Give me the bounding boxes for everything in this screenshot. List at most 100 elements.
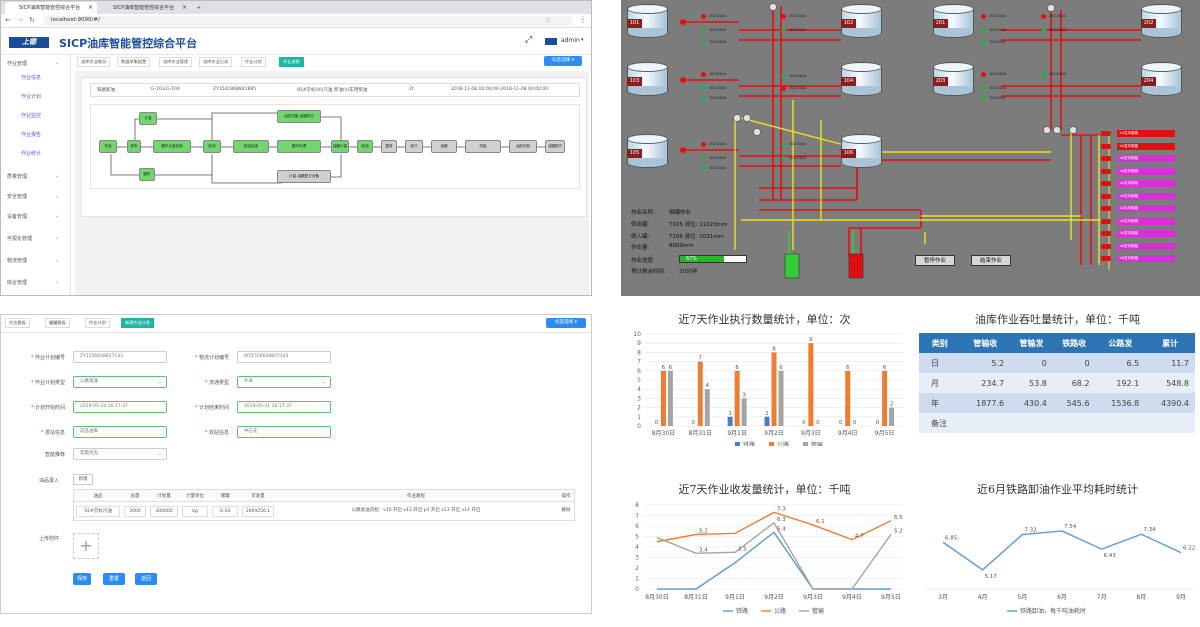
new-tab-icon[interactable]: + [193, 2, 205, 14]
sidebar-item[interactable]: 作业统计 [21, 150, 41, 157]
valve-icon[interactable] [701, 96, 706, 101]
loading-rack-label[interactable]: 1#发车鹤管 [1117, 205, 1175, 212]
valve-icon[interactable] [981, 28, 986, 33]
sidebar-item[interactable]: 作业管理 [7, 60, 27, 67]
browser-tab-2[interactable]: SICP油库智能管控综合平台 × [99, 2, 191, 14]
loading-rack-label[interactable]: 1#发车鹤管 [1117, 142, 1175, 150]
page-tab[interactable]: 油库作业概况 [77, 57, 111, 67]
flow-node[interactable]: 收油 [357, 140, 373, 153]
table-cell[interactable]: kg [182, 506, 208, 517]
url-field[interactable]: localhost:9090/#/ ☆ [43, 16, 573, 26]
page-tab[interactable]: 油库作业记录 [199, 57, 233, 67]
valve-icon[interactable] [781, 14, 786, 19]
field-input[interactable]: 2019-05-31 16:17:37 [237, 401, 331, 413]
valve-icon[interactable] [701, 86, 706, 91]
valve-icon[interactable] [781, 86, 786, 91]
sidebar-item[interactable]: 设备管理 [7, 213, 27, 220]
valve-icon[interactable] [1041, 28, 1046, 33]
oil-tank[interactable]: 202 [1141, 4, 1182, 40]
sidebar-item[interactable]: 作业计划 [21, 93, 41, 100]
page-tab[interactable]: 数据采集配置 [117, 57, 151, 67]
oil-tank[interactable]: 103 [627, 62, 668, 98]
valve-icon[interactable] [701, 40, 706, 45]
valve-icon[interactable] [781, 28, 786, 33]
flow-node[interactable]: 接车 [127, 140, 141, 153]
table-cell[interactable]: 3000 [124, 506, 146, 517]
valve-icon[interactable] [981, 72, 986, 77]
valve-icon[interactable] [701, 28, 706, 33]
sidebar-item[interactable]: 质量管理 [7, 173, 27, 180]
valve-icon[interactable] [981, 14, 986, 19]
page-tab[interactable]: 作业计划 [241, 57, 266, 67]
page-tab[interactable]: 作业流程 [279, 57, 304, 67]
valve-icon[interactable] [701, 142, 706, 147]
field-input[interactable]: 容量优先 ⌄ [73, 448, 167, 460]
sidebar-item[interactable]: 作业监控 [21, 112, 41, 119]
oil-tank[interactable]: 204 [1141, 62, 1182, 98]
table-cell[interactable]: 删除 [558, 506, 574, 517]
valve-icon[interactable] [981, 40, 986, 45]
oil-tank[interactable]: 106 [841, 134, 882, 170]
flow-node[interactable]: 计量 [139, 112, 157, 125]
loading-rack-label[interactable]: 1#发车鹤管 [1117, 255, 1175, 262]
flow-node[interactable]: 油罐计量 [331, 140, 349, 153]
reload-icon[interactable]: ↻ [29, 16, 35, 24]
loading-rack-label[interactable]: 1#发车鹤管 [1117, 155, 1175, 162]
table-cell[interactable]: 92#京标汽油 [76, 506, 120, 517]
sidebar-item[interactable]: 物流管理 [7, 257, 27, 264]
field-input[interactable]: 中石化 [237, 426, 331, 438]
oil-tank[interactable]: 101 [627, 4, 668, 40]
field-input[interactable]: ZY1556608857143 [73, 351, 167, 363]
valve-icon[interactable] [781, 156, 786, 161]
loading-rack-label[interactable]: 1#发车鹤管 [1117, 180, 1175, 187]
valve-icon[interactable] [701, 166, 706, 171]
page-tab[interactable]: 油库作业管理 [159, 57, 193, 67]
valve-icon[interactable] [781, 142, 786, 147]
sidebar-item[interactable]: 安全管理 [7, 193, 27, 200]
valve-icon[interactable] [1041, 14, 1046, 19]
flow-node[interactable]: 检尺 [405, 140, 423, 153]
back-button[interactable]: 返回 [135, 573, 157, 585]
oil-tank[interactable]: 105 [627, 134, 668, 170]
upload-plus-icon[interactable]: + [73, 533, 99, 559]
valve-icon[interactable] [701, 72, 706, 77]
browser-tab-1[interactable]: SICP油库智能管控综合平台 × [5, 2, 97, 14]
sidebar-item[interactable]: 综合管理 [7, 279, 27, 286]
valve-icon[interactable] [701, 14, 706, 19]
valve-icon[interactable] [701, 156, 706, 161]
username[interactable]: admin [561, 37, 580, 44]
tab-select-button[interactable]: 标签选择 ▾ [546, 318, 586, 328]
close-icon[interactable]: × [88, 2, 93, 14]
oil-tank[interactable]: 201 [933, 4, 974, 40]
table-cell[interactable]: 2609256.1 [242, 506, 274, 517]
flow-node[interactable]: 卸油 [203, 140, 221, 153]
table-cell[interactable]: 300000 [150, 506, 178, 517]
flow-node[interactable]: 油品化验 [509, 140, 537, 153]
flow-node[interactable]: 油品进罐-油罐配方 [277, 110, 321, 123]
save-button[interactable]: 保存 [73, 573, 91, 585]
sidebar-item[interactable]: 作业信息 [21, 74, 41, 81]
flow-node[interactable]: 油罐配方 [545, 140, 565, 153]
loading-rack-label[interactable]: 1#发车鹤管 [1117, 217, 1175, 225]
tab-select-button[interactable]: 标签选择 ▾ [544, 56, 582, 66]
menu-icon[interactable]: ⋮ [579, 15, 587, 24]
table-cell[interactable]: G-03 [212, 506, 238, 517]
field-input[interactable]: 2019-05-24 16:17:37 [73, 401, 167, 413]
flow-node[interactable]: 复核 [381, 140, 397, 153]
flow-node[interactable]: 罐车处理 [277, 140, 321, 153]
loading-rack-label[interactable]: 1#发车鹤管 [1117, 230, 1175, 237]
flow-node[interactable]: 罐车计量检验 [153, 140, 191, 153]
loading-rack-label[interactable]: 1#发车鹤管 [1117, 130, 1175, 137]
flow-node[interactable]: 测量 [465, 140, 501, 153]
field-input[interactable]: 成品油库 [73, 426, 167, 438]
add-row-button[interactable]: 新增 [73, 474, 93, 485]
back-icon[interactable]: ← [5, 16, 11, 24]
form-tab[interactable]: 作业计划 [85, 318, 110, 328]
loading-rack-label[interactable]: 1#发车鹤管 [1117, 167, 1175, 175]
chevron-down-icon[interactable]: ▾ [581, 37, 584, 43]
flow-node[interactable]: 计量-油罐配方设备 [277, 170, 331, 183]
form-tab[interactable]: 新建作业计划 [121, 318, 155, 328]
field-input[interactable]: 外采 ⌄ [237, 376, 331, 388]
flow-node[interactable]: 罐车 [139, 168, 155, 181]
field-input[interactable]: 公路发油 ⌄ [73, 376, 167, 388]
